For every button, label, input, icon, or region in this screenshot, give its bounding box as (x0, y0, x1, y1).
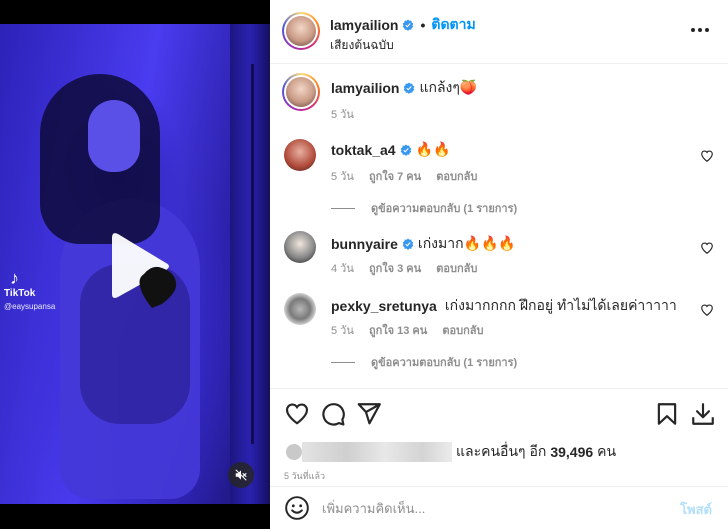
author-name-row: lamyailion • ติดตาม (330, 14, 476, 36)
reply-button[interactable]: ตอบกลับ (442, 325, 483, 337)
caption-username[interactable]: lamyailion (331, 80, 399, 96)
more-horizontal-icon[interactable] (688, 18, 712, 42)
comment-line: pexky_sretunya เก่งมากกกก ฝึกอยู่ ทำไม่ไ… (331, 295, 677, 317)
action-bar (284, 401, 714, 427)
video-background-door (230, 24, 270, 504)
media-panel: ♪ TikTok @eaysupansa (0, 0, 270, 529)
replies-divider-line (331, 207, 355, 209)
caption-time[interactable]: 5 วัน (331, 109, 354, 121)
verified-badge-icon (403, 19, 414, 31)
comment-text: 🔥🔥 (415, 141, 451, 157)
likes-suffix: คน (597, 443, 617, 459)
download-icon[interactable] (690, 401, 716, 427)
author-avatar[interactable] (282, 12, 320, 50)
post-header: lamyailion • ติดตาม เสียงต้นฉบับ (270, 0, 728, 64)
caption-avatar[interactable] (282, 73, 320, 111)
commenter-avatar[interactable] (284, 231, 316, 263)
comment-item: bunnyaire เก่งมาก🔥🔥🔥 4 วัน ถูกใจ 3 คน ตอ… (284, 231, 714, 277)
comment-like-heart-icon[interactable] (700, 303, 714, 317)
comment-composer: โพสต์ (270, 486, 728, 529)
comment-like-heart-icon[interactable] (700, 149, 714, 163)
caption-text: แกล้งๆ🍑 (419, 79, 478, 95)
video-subject-face (88, 100, 140, 172)
author-username[interactable]: lamyailion (330, 17, 398, 33)
comments-list[interactable]: lamyailion แกล้งๆ🍑 5 วัน toktak_a4 � (270, 65, 728, 387)
comment-icon[interactable] (320, 401, 346, 427)
header-separator: • (420, 17, 426, 33)
comment-line: toktak_a4 🔥🔥 (331, 141, 450, 158)
comment-item: toktak_a4 🔥🔥 5 วัน ถูกใจ 7 คน ตอบกลับ ดู… (284, 139, 714, 219)
view-replies-label: ดูข้อความตอบกลับ (1 รายการ) (371, 357, 518, 369)
liker-avatar (284, 442, 304, 462)
bookmark-icon[interactable] (654, 401, 680, 427)
comment-text: เก่งมากกกก ฝึกอยู่ ทำไม่ได้เลยค่าาาาา (444, 297, 677, 313)
commenter-avatar[interactable] (284, 139, 316, 171)
commenter-username[interactable]: toktak_a4 (331, 142, 396, 158)
likes-prefix: และคนอื่นๆ อีก (456, 443, 547, 459)
verified-badge-icon (402, 238, 414, 250)
comment-likes[interactable]: ถูกใจ 13 คน (369, 325, 427, 337)
comment-meta: 4 วัน ถูกใจ 3 คน ตอบกลับ (331, 259, 489, 277)
comment-text: เก่งมาก🔥🔥🔥 (417, 235, 516, 251)
play-icon[interactable] (106, 230, 186, 310)
caption-meta: 5 วัน (331, 105, 366, 123)
commenter-avatar[interactable] (284, 293, 316, 325)
comment-item: pexky_sretunya เก่งมากกกก ฝึกอยู่ ทำไม่ไ… (284, 293, 714, 373)
comment-line: bunnyaire เก่งมาก🔥🔥🔥 (331, 233, 516, 255)
commenter-username[interactable]: pexky_sretunya (331, 298, 437, 314)
verified-badge-icon (400, 144, 411, 156)
view-replies-label: ดูข้อความตอบกลับ (1 รายการ) (371, 203, 518, 215)
reply-button[interactable]: ตอบกลับ (436, 263, 477, 275)
comment-time[interactable]: 4 วัน (331, 263, 354, 275)
tiktok-watermark: ♪ TikTok @eaysupansa (4, 269, 74, 313)
commenter-username[interactable]: bunnyaire (331, 236, 398, 252)
verified-badge-icon (404, 82, 415, 94)
comment-input[interactable] (322, 497, 652, 519)
post-button[interactable]: โพสต์ (680, 499, 712, 520)
reply-button[interactable]: ตอบกลับ (436, 171, 477, 183)
emoji-icon[interactable] (284, 495, 310, 521)
likes-summary[interactable]: และคนอื่นๆ อีก 39,496 คน (284, 441, 616, 463)
send-icon[interactable] (356, 401, 382, 427)
video-background-strip (251, 64, 254, 444)
replies-divider-line (331, 361, 355, 363)
comment-meta: 5 วัน ถูกใจ 13 คน ตอบกลับ (331, 321, 496, 339)
tiktok-logo-icon: ♪ (10, 268, 19, 288)
view-replies-button[interactable]: ดูข้อความตอบกลับ (1 รายการ) (331, 353, 517, 371)
comment-time[interactable]: 5 วัน (331, 171, 354, 183)
follow-button[interactable]: ติดตาม (431, 14, 475, 36)
blurred-liker-names (302, 442, 452, 462)
comment-likes[interactable]: ถูกใจ 3 คน (369, 263, 421, 275)
comment-like-heart-icon[interactable] (700, 241, 714, 255)
tiktok-handle: @eaysupansa (4, 302, 56, 311)
tiktok-brand: TikTok (4, 288, 36, 299)
comment-likes[interactable]: ถูกใจ 7 คน (369, 171, 421, 183)
view-replies-button[interactable]: ดูข้อความตอบกลับ (1 รายการ) (331, 199, 517, 217)
post-side-panel: lamyailion • ติดตาม เสียงต้นฉบับ lamyail… (270, 0, 728, 529)
comment-meta: 5 วัน ถูกใจ 7 คน ตอบกลับ (331, 167, 489, 185)
heart-icon[interactable] (284, 401, 310, 427)
post-actions-section: และคนอื่นๆ อีก 39,496 คน 5 วันที่แล้ว (270, 388, 728, 486)
likes-count: 39,496 (550, 444, 594, 460)
comment-time[interactable]: 5 วัน (331, 325, 354, 337)
post-timestamp[interactable]: 5 วันที่แล้ว (284, 469, 325, 483)
caption-line: lamyailion แกล้งๆ🍑 (331, 77, 477, 99)
caption: lamyailion แกล้งๆ🍑 5 วัน (282, 73, 714, 125)
speaker-muted-icon[interactable] (228, 462, 254, 488)
audio-label[interactable]: เสียงต้นฉบับ (330, 36, 394, 55)
